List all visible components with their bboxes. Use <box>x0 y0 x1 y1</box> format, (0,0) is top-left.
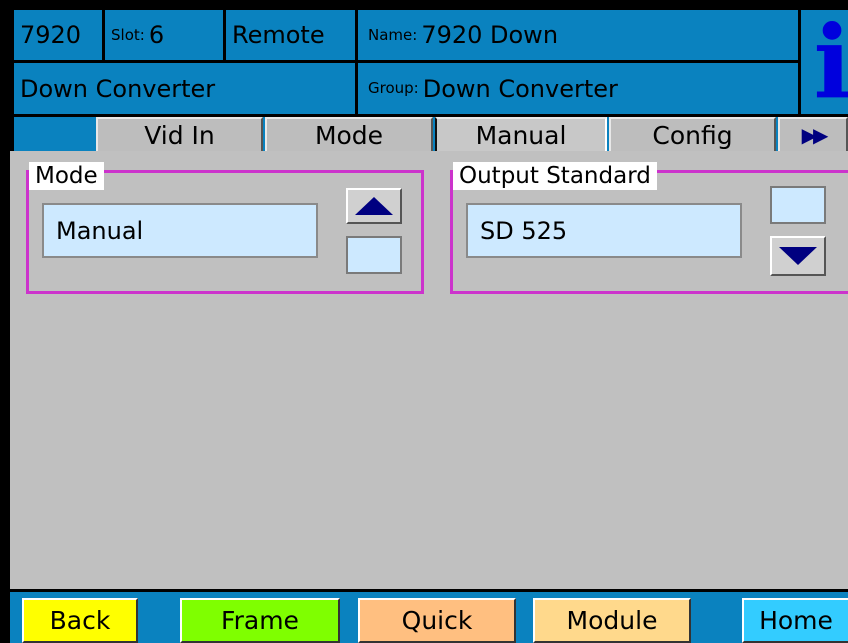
group-cell: Group: Down Converter <box>358 63 798 114</box>
frame-button[interactable]: Frame <box>180 598 340 643</box>
device-type-cell: Down Converter <box>14 63 355 114</box>
model-cell: 7920 <box>14 10 102 60</box>
device-type-label: Down Converter <box>20 74 216 103</box>
model-label: 7920 <box>20 21 82 49</box>
back-button[interactable]: Back <box>22 598 138 643</box>
group-value: Down Converter <box>422 74 618 103</box>
output-standard-value-field[interactable]: SD 525 <box>466 203 742 258</box>
remote-cell: Remote <box>226 10 355 60</box>
tab-more-button[interactable]: ▶▶ <box>778 117 848 151</box>
tab-config-label: Config <box>652 120 733 150</box>
module-button[interactable]: Module <box>533 598 691 643</box>
frame-button-label: Frame <box>221 606 299 635</box>
home-button[interactable]: Home <box>742 598 848 643</box>
mode-up-button[interactable] <box>346 188 402 224</box>
quick-button-label: Quick <box>401 606 473 635</box>
slot-label: Slot: <box>111 25 145 44</box>
info-button[interactable]: i <box>801 10 848 114</box>
output-standard-up-button[interactable] <box>770 186 826 224</box>
group-label: Group: <box>368 79 419 97</box>
tab-mode[interactable]: Mode <box>265 117 433 151</box>
home-button-label: Home <box>759 606 833 635</box>
name-value: 7920 Down <box>421 21 559 49</box>
tab-manual[interactable]: Manual <box>435 117 607 151</box>
tab-config[interactable]: Config <box>609 117 776 151</box>
mode-value-field[interactable]: Manual <box>42 203 318 258</box>
tab-vid-in[interactable]: Vid In <box>96 117 263 151</box>
mode-down-button[interactable] <box>346 236 402 274</box>
arrow-up-icon <box>355 197 393 215</box>
info-icon: i <box>813 10 848 114</box>
tab-mode-label: Mode <box>314 120 384 150</box>
name-label: Name: <box>368 25 418 44</box>
double-arrow-right-icon: ▶▶ <box>801 123 829 147</box>
tab-vid-in-label: Vid In <box>144 120 215 150</box>
quick-button[interactable]: Quick <box>358 598 516 643</box>
output-standard-title: Output Standard <box>453 162 657 190</box>
output-standard-down-button[interactable] <box>770 236 826 276</box>
slot-value: 6 <box>148 21 165 49</box>
back-button-label: Back <box>49 606 111 635</box>
remote-label: Remote <box>232 21 325 49</box>
slot-cell: Slot: 6 <box>105 10 223 60</box>
arrow-down-icon <box>779 247 817 265</box>
mode-panel-title: Mode <box>29 162 104 190</box>
tab-manual-label: Manual <box>475 120 567 150</box>
name-cell: Name: 7920 Down <box>358 10 798 60</box>
module-button-label: Module <box>566 606 658 635</box>
